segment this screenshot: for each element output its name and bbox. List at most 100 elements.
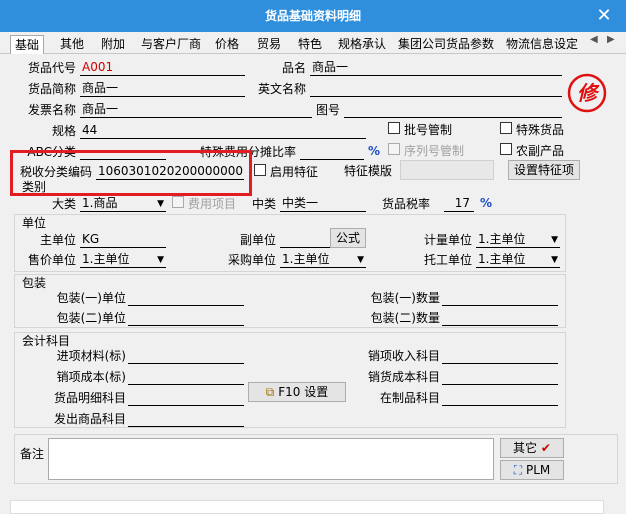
sale-unit-value: 1.主单位 — [82, 252, 130, 266]
sales-cost-label: 销项成本(标) — [56, 370, 126, 384]
formula-button[interactable]: 公式 — [330, 228, 366, 248]
batch-checkbox-label: 批号管制 — [404, 123, 453, 137]
bottom-panel — [10, 500, 604, 514]
feature-template-field[interactable] — [400, 160, 494, 180]
code-field[interactable]: A001 — [80, 60, 245, 76]
set-feature-button[interactable]: 设置特征项 — [508, 160, 580, 180]
tab-group-params[interactable]: 集团公司货品参数 — [394, 35, 498, 54]
memo-input[interactable] — [48, 438, 494, 480]
spec-field[interactable]: 44 — [80, 123, 366, 139]
chevron-down-icon: ▼ — [157, 199, 164, 209]
feature-template-label: 特征模版 — [344, 164, 393, 178]
tab-addon[interactable]: 附加 — [97, 35, 129, 54]
tax-rate-field[interactable]: 17 — [444, 196, 474, 212]
title-bar: 货品基础资料明细 ✕ — [0, 0, 626, 32]
image-no-label: 图号 — [315, 103, 340, 117]
other-button-label: 其它 — [513, 441, 538, 455]
package1-unit-label: 包装(一)单位 — [56, 291, 126, 305]
invoice-label: 发票名称 — [27, 103, 76, 117]
tax-code-label: 税收分类编码 — [20, 165, 93, 179]
shipped-goods-field[interactable] — [128, 411, 244, 427]
english-name-field[interactable] — [310, 81, 562, 97]
tab-trade[interactable]: 贸易 — [253, 35, 285, 54]
serial-checkbox[interactable] — [388, 143, 400, 155]
consign-unit-select[interactable]: 1.主单位 ▼ — [476, 252, 560, 268]
special-goods-label: 特殊货品 — [516, 123, 565, 137]
sales-income-field[interactable] — [442, 348, 558, 364]
fee-item-checkbox[interactable] — [172, 196, 184, 208]
spec-label: 规格 — [51, 124, 76, 138]
enable-feature-checkbox[interactable] — [254, 164, 266, 176]
chevron-down-icon: ▼ — [157, 255, 164, 265]
big-category-select[interactable]: 1.商品 ▼ — [80, 196, 166, 212]
calc-unit-select[interactable]: 1.主单位 ▼ — [476, 232, 560, 248]
invoice-field[interactable]: 商品一 — [80, 102, 312, 118]
other-button[interactable]: 其它 ✔ — [500, 438, 564, 458]
sales-income-label: 销项收入科目 — [367, 349, 440, 363]
accounting-section-title: 会计科目 — [22, 334, 71, 348]
check-icon: ✔ — [540, 441, 551, 455]
image-no-field[interactable] — [344, 102, 562, 118]
wip-field[interactable] — [442, 390, 558, 406]
tax-code-field[interactable]: 1060301020200000000 — [96, 164, 244, 180]
batch-checkbox[interactable] — [388, 122, 400, 134]
package1-qty-label: 包装(一)数量 — [370, 291, 440, 305]
special-fee-percent: % — [368, 144, 381, 158]
agri-checkbox-label: 农副产品 — [516, 144, 565, 158]
mid-category-label: 中类 — [252, 197, 277, 211]
calc-unit-label: 计量单位 — [423, 233, 472, 247]
package2-unit-label: 包装(二)单位 — [56, 311, 126, 325]
plm-icon: ⛶ — [513, 463, 523, 477]
tab-price[interactable]: 价格 — [211, 35, 243, 54]
chevron-down-icon: ▼ — [357, 255, 364, 265]
package1-qty-field[interactable] — [442, 290, 558, 306]
settings-icon: ⧉ — [265, 385, 275, 399]
plm-button-label: PLM — [525, 463, 551, 477]
plm-button[interactable]: ⛶ PLM — [500, 460, 564, 480]
tab-spec-approval[interactable]: 规格承认 — [334, 35, 390, 54]
close-icon[interactable]: ✕ — [592, 4, 616, 28]
sales-goods-cost-field[interactable] — [442, 369, 558, 385]
special-goods-checkbox[interactable] — [500, 122, 512, 134]
purchase-material-field[interactable] — [128, 348, 244, 364]
shipped-goods-label: 发出商品科目 — [53, 412, 126, 426]
fee-item-label: 费用项目 — [188, 197, 237, 211]
sales-cost-field[interactable] — [128, 369, 244, 385]
tab-basic[interactable]: 基础 — [10, 35, 45, 54]
big-category-value: 1.商品 — [82, 196, 118, 210]
package2-qty-field[interactable] — [442, 310, 558, 326]
tab-scroll-right-icon[interactable]: ▶ — [607, 34, 615, 45]
consign-unit-label: 托工单位 — [423, 253, 472, 267]
tax-rate-percent: % — [480, 196, 493, 210]
tax-rate-label: 货品税率 — [382, 197, 431, 211]
tab-scroll-left-icon[interactable]: ◀ — [590, 34, 598, 45]
short-field[interactable]: 商品一 — [80, 81, 245, 97]
sale-unit-label: 售价单位 — [27, 253, 76, 267]
tab-feature[interactable]: 特色 — [294, 35, 326, 54]
sale-unit-select[interactable]: 1.主单位 ▼ — [80, 252, 166, 268]
f10-settings-button[interactable]: ⧉ F10 设置 — [248, 382, 346, 402]
package2-unit-field[interactable] — [128, 310, 244, 326]
package-section-title: 包装 — [22, 276, 47, 290]
purchase-unit-value: 1.主单位 — [282, 252, 330, 266]
special-fee-field[interactable] — [300, 144, 364, 160]
svg-text:修: 修 — [577, 81, 600, 105]
main-unit-field[interactable]: KG — [80, 232, 166, 248]
consign-unit-value: 1.主单位 — [478, 252, 526, 266]
tab-bar: 基础 其他 附加 与客户厂商 价格 贸易 特色 规格承认 集团公司货品参数 物流… — [0, 32, 626, 54]
agri-checkbox[interactable] — [500, 143, 512, 155]
revision-stamp: 修 — [566, 72, 608, 114]
sales-goods-cost-label: 销货成本科目 — [367, 370, 440, 384]
tab-customer-vendor[interactable]: 与客户厂商 — [137, 35, 205, 54]
english-name-label: 英文名称 — [257, 82, 306, 96]
purchase-unit-select[interactable]: 1.主单位 ▼ — [280, 252, 366, 268]
window-title: 货品基础资料明细 — [264, 9, 361, 23]
tab-other[interactable]: 其他 — [56, 35, 88, 54]
package1-unit-field[interactable] — [128, 290, 244, 306]
name-field[interactable]: 商品一 — [310, 60, 562, 76]
sub-unit-field[interactable] — [280, 232, 330, 248]
mid-category-field[interactable]: 中类一 — [280, 196, 366, 212]
memo-label: 备注 — [20, 447, 45, 461]
tab-logistics[interactable]: 物流信息设定 — [502, 35, 582, 54]
goods-detail-field[interactable] — [128, 390, 244, 406]
